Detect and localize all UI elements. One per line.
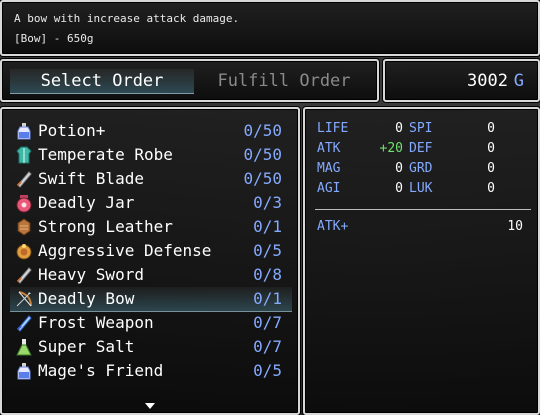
list-item[interactable]: Potion+ 0/50 (10, 119, 292, 143)
stat-value-atk: +20 (379, 141, 403, 156)
item-description: A bow with increase attack damage. (14, 12, 240, 25)
gold-amount: 3002 (467, 71, 508, 91)
stat-value-mag: 0 (395, 161, 403, 176)
stat-value-luk: 0 (487, 181, 495, 196)
jar-icon (16, 195, 32, 213)
frost-sword-icon (16, 315, 32, 332)
item-name: Deadly Jar (38, 193, 135, 212)
item-list-window: Potion+ 0/50 Temperate Robe 0/50 Swift Blade… (0, 107, 300, 415)
item-quantity: 0/1 (253, 289, 282, 308)
list-item[interactable]: Strong Leather 0/1 (10, 215, 292, 239)
tab-fulfill-order[interactable]: Fulfill Order (192, 69, 376, 93)
list-item[interactable]: Swift Blade 0/50 (10, 167, 292, 191)
list-item[interactable]: Aggressive Defense 0/5 (10, 239, 292, 263)
command-window: Select Order Fulfill Order (0, 59, 379, 102)
item-name: Temperate Robe (38, 145, 173, 164)
item-name: Mage's Friend (38, 361, 164, 380)
stat-value-grd: 0 (487, 161, 495, 176)
stats-window: LIFE 0 SPI 0 ATK +20 DEF 0 MAG 0 GRD 0 A… (303, 107, 540, 415)
item-quantity: 0/50 (243, 121, 282, 140)
stat-label-grd: GRD (409, 161, 433, 176)
stat-label-atk: ATK (317, 141, 341, 156)
list-item[interactable]: Deadly Jar 0/3 (10, 191, 292, 215)
sword-icon (16, 267, 32, 284)
list-item[interactable]: Frost Weapon 0/7 (10, 311, 292, 335)
list-item[interactable]: Temperate Robe 0/50 (10, 143, 292, 167)
item-quantity: 0/8 (253, 265, 282, 284)
item-quantity: 0/50 (243, 145, 282, 164)
item-name: Aggressive Defense (38, 241, 212, 260)
gold-unit: G (513, 71, 524, 91)
stat-label-spi: SPI (409, 121, 433, 136)
list-item[interactable]: Heavy Sword 0/8 (10, 263, 292, 287)
sword-icon (16, 171, 32, 188)
stat-value-life: 0 (395, 121, 403, 136)
ring-icon (16, 244, 32, 260)
item-name: Strong Leather (38, 217, 173, 236)
potion-icon (17, 363, 31, 380)
item-name: Super Salt (38, 337, 135, 356)
item-quantity: 0/50 (243, 169, 282, 188)
stats-divider (315, 209, 531, 210)
item-name: Deadly Bow (38, 289, 135, 308)
stat-value-agi: 0 (395, 181, 403, 196)
bow-icon (16, 291, 32, 307)
stat-value-def: 0 (487, 141, 495, 156)
item-quantity: 0/3 (253, 193, 282, 212)
stat-value-atk-plus: 10 (507, 219, 523, 234)
item-quantity: 0/7 (253, 337, 282, 356)
stat-label-atk-plus: ATK+ (317, 219, 349, 234)
stat-label-def: DEF (409, 141, 433, 156)
tab-select-order[interactable]: Select Order (10, 69, 194, 94)
stat-label-agi: AGI (317, 181, 341, 196)
item-name: Swift Blade (38, 169, 144, 188)
item-name: Heavy Sword (38, 265, 144, 284)
list-item[interactable]: Super Salt 0/7 (10, 335, 292, 359)
list-item[interactable]: Deadly Bow 0/1 (10, 287, 292, 312)
stat-label-mag: MAG (317, 161, 341, 176)
item-name: Potion+ (38, 121, 106, 140)
leather-icon (17, 218, 31, 236)
item-name: Frost Weapon (38, 313, 154, 332)
flask-icon (16, 339, 32, 356)
potion-icon (17, 123, 31, 140)
scroll-down-arrow-icon[interactable] (145, 403, 155, 409)
item-type-price: [Bow] - 650g (14, 32, 94, 45)
item-quantity: 0/7 (253, 313, 282, 332)
stat-label-luk: LUK (409, 181, 433, 196)
robe-icon (16, 146, 32, 164)
stat-label-life: LIFE (317, 121, 349, 136)
gold-window: 3002 G (383, 59, 540, 102)
help-window: A bow with increase attack damage. [Bow]… (0, 0, 540, 56)
item-quantity: 0/1 (253, 217, 282, 236)
stat-value-spi: 0 (487, 121, 495, 136)
list-item[interactable]: Mage's Friend 0/5 (10, 359, 292, 383)
item-quantity: 0/5 (253, 361, 282, 380)
item-quantity: 0/5 (253, 241, 282, 260)
